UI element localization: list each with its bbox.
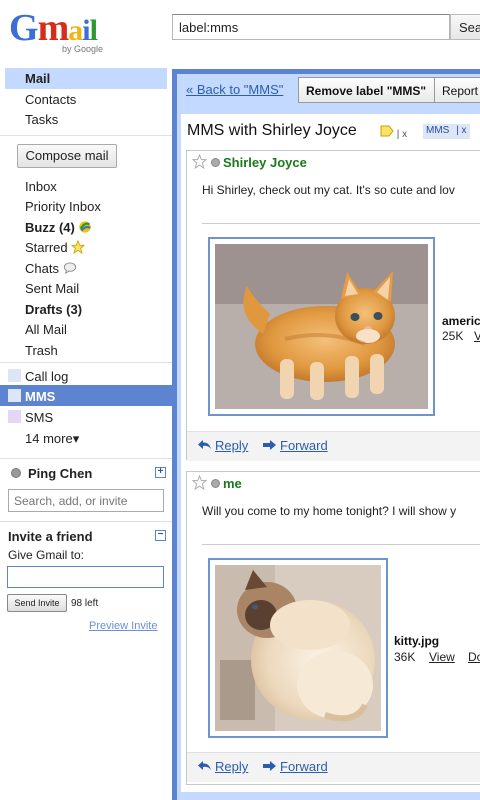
attachment-view-link[interactable]: View (429, 650, 455, 664)
buzz-label: Buzz (4) (25, 220, 75, 235)
nav-chats[interactable]: Chats (25, 261, 77, 276)
divider (202, 544, 480, 545)
nav-all-mail[interactable]: All Mail (25, 322, 67, 337)
important-marker-icon (380, 125, 394, 137)
divider (0, 135, 172, 136)
label-color-chip (8, 410, 21, 423)
logo-letter: i (82, 14, 90, 47)
message-sender[interactable]: Shirley Joyce (223, 155, 307, 170)
message-actions: Reply Forward (187, 752, 480, 782)
gmail-logo[interactable]: Gmail by Google (9, 8, 109, 56)
collapse-icon[interactable]: − (155, 530, 166, 541)
attachment-size: 25K (442, 329, 464, 343)
star-icon (71, 240, 86, 254)
buzz-icon (79, 221, 92, 233)
logo-letter: a (68, 14, 83, 47)
nav-inbox[interactable]: Inbox (25, 179, 57, 194)
presence-icon[interactable] (11, 468, 21, 478)
header: Gmail by Google Sea (0, 0, 480, 62)
star-toggle-icon[interactable] (192, 154, 207, 169)
more-labels-link[interactable]: 14 more▾ (25, 431, 79, 447)
reply-button[interactable]: Reply (197, 759, 248, 774)
compose-button[interactable]: Compose mail (17, 144, 117, 168)
mms-tag-remove-x[interactable]: x (462, 125, 467, 136)
forward-arrow-icon (263, 440, 276, 450)
star-toggle-icon[interactable] (192, 475, 207, 490)
divider (202, 223, 480, 224)
starred-label: Starred (25, 240, 68, 255)
tag-remove-x[interactable]: x (402, 129, 407, 140)
invites-left-count: 98 left (71, 598, 99, 609)
attachment-thumbnail[interactable] (208, 237, 435, 416)
reply-button[interactable]: Reply (197, 438, 248, 453)
invite-email-input[interactable] (7, 566, 164, 588)
search-input[interactable] (172, 14, 450, 40)
chat-search-input[interactable] (8, 489, 164, 512)
divider (0, 458, 172, 459)
nav-drafts[interactable]: Drafts (3) (25, 302, 82, 317)
cat-photo (215, 565, 381, 731)
forward-label: Forward (280, 759, 328, 774)
mms-tag-label: MMS (426, 125, 450, 136)
mms-tag[interactable]: MMS | x (423, 124, 470, 139)
logo-letter: G (9, 7, 39, 49)
search-button[interactable]: Sea (450, 14, 480, 40)
remove-label-button[interactable]: Remove label "MMS" (298, 77, 435, 103)
presence-icon (211, 479, 220, 488)
reply-label: Reply (215, 759, 249, 774)
invite-title: Invite a friend (8, 529, 93, 544)
chat-user-name[interactable]: Ping Chen (28, 466, 92, 481)
label-call-log[interactable]: Call log (25, 369, 68, 384)
message-body: Hi Shirley, check out my cat. It's so cu… (202, 183, 455, 197)
presence-icon (211, 158, 220, 167)
logo-letter: m (37, 7, 70, 49)
attachment-name: kitty.jpg (394, 634, 440, 648)
report-spam-button[interactable]: Report (434, 77, 480, 103)
label-sms[interactable]: SMS (25, 410, 53, 425)
forward-button[interactable]: Forward (262, 759, 328, 774)
chat-bubble-icon (63, 262, 76, 275)
expand-icon[interactable]: + (155, 467, 166, 478)
kitten-photo (215, 244, 428, 409)
message-card: Shirley Joyce Hi Shirley, check out my c… (186, 150, 480, 461)
nav-mail[interactable]: Mail (25, 71, 50, 86)
thread-subject: MMS with Shirley Joyce (187, 122, 357, 139)
logo-subtitle: by Google (62, 44, 104, 54)
nav-sent-mail[interactable]: Sent Mail (25, 281, 79, 296)
reply-label: Reply (215, 438, 249, 453)
forward-label: Forward (280, 438, 328, 453)
preview-invite-link[interactable]: Preview Invite (89, 620, 157, 632)
message-sender[interactable]: me (223, 476, 242, 491)
attachment-name: americ (442, 314, 480, 328)
label-color-chip (8, 369, 21, 382)
attachment-view-link[interactable]: V (474, 329, 480, 343)
nav-contacts[interactable]: Contacts (25, 92, 76, 107)
nav-starred[interactable]: Starred (25, 240, 86, 255)
sidebar: Mail Contacts Tasks Compose mail Inbox P… (0, 62, 172, 800)
forward-arrow-icon (263, 761, 276, 771)
message-card: me Will you come to my home tonight? I w… (186, 471, 480, 785)
chats-label: Chats (25, 261, 59, 276)
invite-give-label: Give Gmail to: (8, 548, 85, 562)
divider (0, 521, 172, 522)
nav-tasks[interactable]: Tasks (25, 112, 58, 127)
message-body: Will you come to my home tonight? I will… (202, 504, 457, 518)
send-invite-button[interactable]: Send Invite (7, 594, 67, 612)
logo-letter: l (89, 14, 98, 47)
attachment-size: 36K (394, 650, 416, 664)
attachment-thumbnail[interactable] (208, 558, 388, 738)
nav-priority-inbox[interactable]: Priority Inbox (25, 199, 101, 214)
forward-button[interactable]: Forward (262, 438, 328, 453)
reply-arrow-icon (198, 440, 211, 449)
reply-arrow-icon (198, 761, 211, 770)
nav-buzz[interactable]: Buzz (4) (25, 220, 92, 235)
message-actions: Reply Forward (187, 431, 480, 461)
attachment-download-link[interactable]: Do (468, 650, 480, 664)
divider (0, 362, 172, 363)
label-mms[interactable]: MMS (25, 389, 55, 404)
nav-trash[interactable]: Trash (25, 343, 58, 358)
back-to-label-link[interactable]: « Back to "MMS" (186, 82, 283, 97)
label-color-chip (8, 389, 21, 402)
important-tag[interactable]: | x (377, 124, 411, 140)
